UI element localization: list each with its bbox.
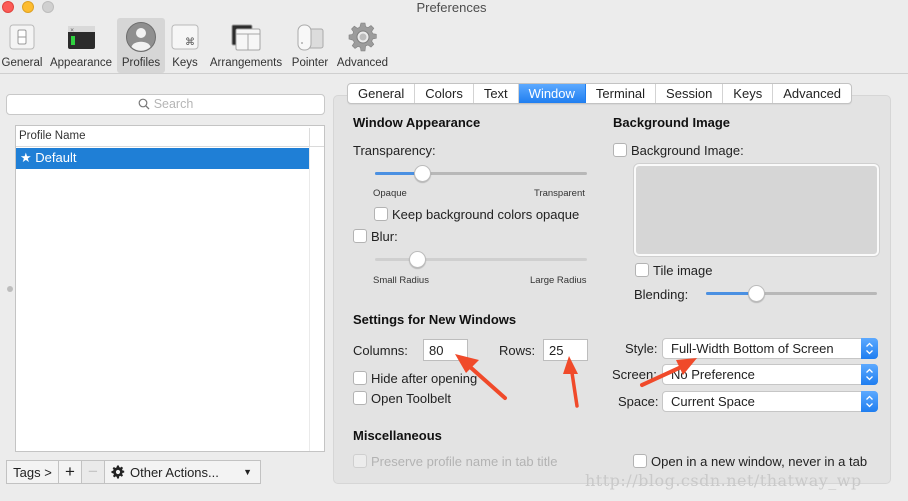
updown-chevron-icon [861,391,878,412]
background-image-checkbox[interactable] [613,143,627,157]
background-image-well[interactable] [634,164,879,256]
toolbar-keys[interactable]: ⌘ Keys [168,18,202,73]
rows-input[interactable]: 25 [543,339,588,361]
transparency-slider[interactable] [375,165,587,182]
other-actions-dropdown[interactable]: Other Actions... ▼ [105,461,260,483]
new-windows-heading: Settings for New Windows [353,312,517,327]
transparency-label: Transparency: [353,143,436,158]
profile-actions-bar: Tags > + − Other Actions... ▼ [6,460,261,484]
open-new-window-label: Open in a new window, never in a tab [651,454,868,469]
open-new-window-checkbox[interactable] [633,454,647,468]
pointer-mouse-icon [297,24,324,51]
tags-button[interactable]: Tags > [7,461,59,483]
toolbar-profiles[interactable]: Profiles [117,18,165,73]
space-label: Space: [618,394,659,409]
arrangements-windows-icon [231,24,261,51]
blending-label: Blending: [634,287,689,302]
search-placeholder: Search [153,97,194,111]
toolbar-general[interactable]: General [0,18,44,73]
background-image-heading: Background Image [613,115,731,130]
tile-image-label: Tile image [653,263,713,278]
general-switch-icon [9,24,35,50]
toolbar-appearance[interactable]: × Appearance [47,18,115,73]
profile-tabs: General Colors Text Window Terminal Sess… [347,83,853,104]
columns-label: Columns: [353,343,408,358]
tab-keys[interactable]: Keys [723,84,774,103]
toolbar-arrangements[interactable]: Arrangements [206,18,286,73]
style-label: Style: [625,341,658,356]
updown-chevron-icon [861,364,878,385]
miscellaneous-heading: Miscellaneous [353,428,442,443]
blur-min-label: Small Radius [373,275,429,286]
profile-name-column-header[interactable]: Profile Name [16,126,324,147]
tab-session[interactable]: Session [656,84,724,103]
transparency-min-label: Opaque [373,188,407,199]
keys-command-icon: ⌘ [171,24,199,50]
transparency-slider-thumb[interactable] [413,165,431,182]
svg-text:⌘: ⌘ [185,37,195,48]
screen-select[interactable]: No Preference [662,364,878,385]
blur-label: Blur: [371,229,398,244]
open-toolbelt-label: Open Toolbelt [371,391,451,406]
style-select[interactable]: Full-Width Bottom of Screen [662,338,878,359]
list-scrollbar-track[interactable] [309,147,310,451]
toolbar-advanced[interactable]: Advanced [335,18,390,73]
rows-label: Rows: [499,343,536,358]
keep-bg-opaque-label: Keep background colors opaque [392,207,580,222]
profile-search-input[interactable]: Search [6,94,325,115]
advanced-gear-icon [348,22,377,52]
remove-profile-button[interactable]: − [82,461,105,483]
keep-bg-opaque-checkbox[interactable] [374,207,388,221]
transparency-max-label: Transparent [534,188,585,199]
profile-list[interactable]: Profile Name ★ Default [15,125,325,452]
tab-general[interactable]: General [348,84,416,103]
add-profile-button[interactable]: + [59,461,82,483]
profile-row-default[interactable]: ★ Default [16,148,309,169]
blur-max-label: Large Radius [530,275,587,286]
screen-label: Screen: [612,367,657,382]
chevron-down-icon: ▼ [243,467,252,477]
tab-terminal[interactable]: Terminal [586,84,657,103]
column-divider [309,128,310,146]
tab-window[interactable]: Window [518,84,586,103]
profiles-person-icon [126,22,156,52]
tile-image-checkbox[interactable] [635,263,649,277]
toolbar-divider [0,73,908,74]
preserve-profile-name-checkbox[interactable] [353,454,367,468]
other-actions-label: Other Actions... [130,464,219,480]
appearance-window-icon: × [68,26,95,49]
preserve-profile-name-label: Preserve profile name in tab title [371,454,558,469]
background-image-label: Background Image: [631,143,744,158]
tab-text[interactable]: Text [474,84,519,103]
watermark-text: http://blog.csdn.net/thatway_wp [585,471,862,490]
blending-slider-thumb[interactable] [747,285,765,302]
hide-after-opening-label: Hide after opening [371,371,478,386]
window-title: Preferences [416,0,487,15]
window-edge [891,95,908,484]
toolbar-pointer[interactable]: Pointer [289,18,331,73]
svg-text:×: × [70,28,74,34]
tab-advanced[interactable]: Advanced [773,84,851,103]
search-icon [138,98,150,110]
split-view-handle[interactable] [7,286,13,292]
window-appearance-heading: Window Appearance [353,115,481,130]
space-select[interactable]: Current Space [662,391,878,412]
blur-checkbox[interactable] [353,229,367,243]
blur-radius-slider[interactable] [375,251,587,268]
open-toolbelt-checkbox[interactable] [353,391,367,405]
tab-colors[interactable]: Colors [415,84,474,103]
blending-slider[interactable] [706,285,877,302]
gear-icon [111,465,125,479]
title-bar: Preferences [0,0,908,16]
updown-chevron-icon [861,338,878,359]
hide-after-opening-checkbox[interactable] [353,371,367,385]
columns-input[interactable]: 80 [423,339,468,361]
